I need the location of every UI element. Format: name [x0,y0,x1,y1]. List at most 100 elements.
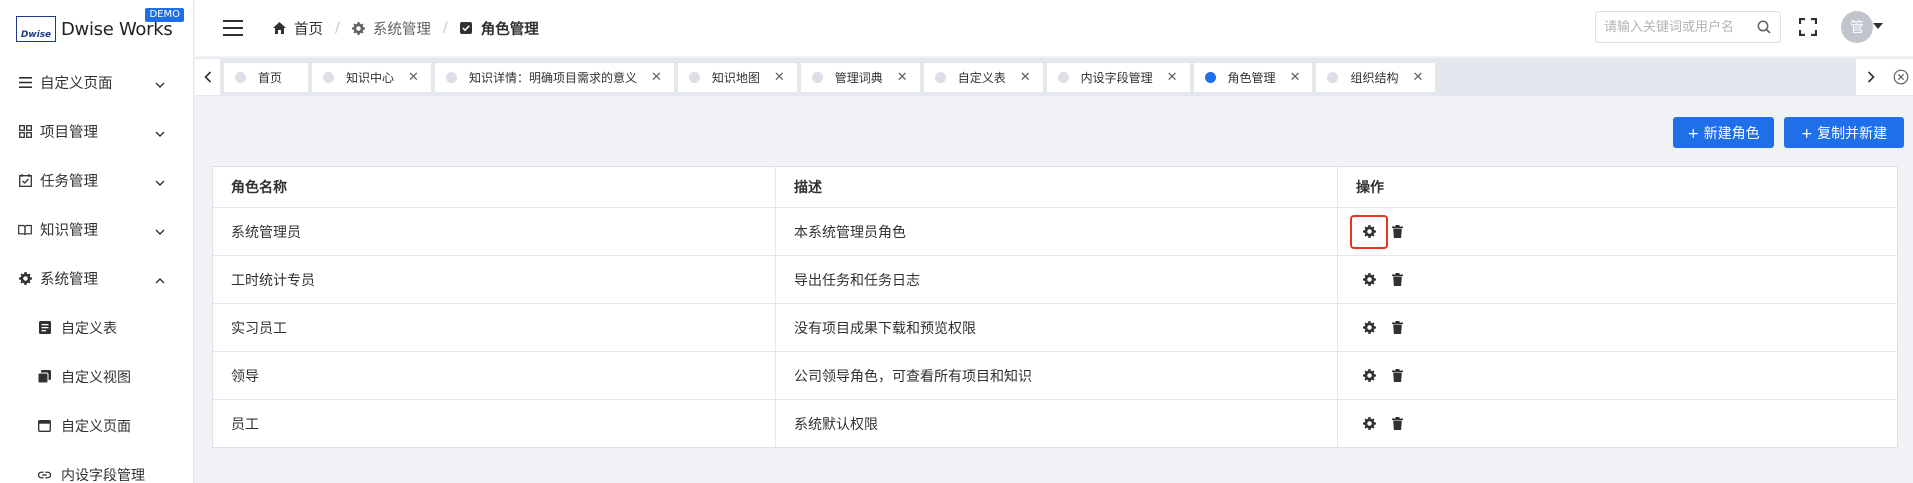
tab-close-icon[interactable]: ✕ [651,71,662,84]
tab-item[interactable]: 内设字段管理 ✕ [1046,62,1190,92]
tabs-scroll-left-button[interactable] [195,59,221,95]
checkbox-icon [459,21,473,35]
actions-cell [1337,352,1897,399]
role-settings-button[interactable] [1350,407,1388,441]
tabs-track: 首页 知识中心 ✕ 知识详情：明确项目需求的意义 ✕ 知识地图 ✕ 管理词典 ✕ 自定义表 ✕ 内设字… [221,59,1855,95]
sidebar-subitem-custom-view[interactable]: 自定义视图 [0,352,193,401]
tab-item[interactable]: 知识详情：明确项目需求的意义 ✕ [434,62,674,92]
gear-icon [1362,321,1376,335]
tab-label: 管理词典 [834,70,883,85]
copy-and-new-button[interactable]: + 复制并新建 [1784,117,1904,148]
tab-close-icon[interactable]: ✕ [408,71,419,84]
delete-role-button[interactable] [1388,225,1406,239]
breadcrumb-label: 角色管理 [480,21,539,38]
search-icon[interactable] [1757,20,1771,34]
role-name-cell: 员工 [231,416,259,433]
tab-close-icon[interactable]: ✕ [774,71,785,84]
tab-label: 知识地图 [711,70,760,85]
gear-icon [1362,225,1376,239]
search-input[interactable] [1604,19,1754,35]
breadcrumb-system[interactable]: 系统管理 [351,18,431,39]
sidebar-item-label: 自定义页面 [40,76,113,92]
breadcrumb-label: 首页 [294,21,323,38]
sidebar-subitem-builtin-fields[interactable]: 内设字段管理 [0,450,193,483]
hamburger-menu-icon[interactable] [223,20,243,36]
tab-item[interactable]: 知识中心 ✕ [312,62,431,92]
tab-close-icon[interactable]: ✕ [1290,71,1301,84]
app-logo[interactable]: Dwise Dwise Works DEMO [0,0,193,58]
sidebar-item-custom-pages[interactable]: 自定义页面 [0,58,193,107]
tab-label: 知识详情：明确项目需求的意义 [468,70,637,85]
breadcrumb-home[interactable]: 首页 [273,18,323,39]
delete-role-button[interactable] [1388,273,1406,287]
role-settings-button[interactable] [1350,359,1388,393]
sidebar-item-label: 系统管理 [40,272,98,288]
tab-close-icon[interactable]: ✕ [1167,71,1178,84]
close-all-tabs-icon[interactable] [1893,69,1909,85]
delete-role-button[interactable] [1388,417,1406,431]
tab-close-icon[interactable]: ✕ [1412,71,1423,84]
tab-item[interactable]: 组织结构 ✕ [1316,62,1436,92]
gear-icon [1362,417,1376,431]
tab-status-dot [1327,71,1339,83]
tab-item[interactable]: 角色管理 ✕ [1193,62,1313,92]
tab-status-dot [1057,71,1069,83]
chevron-right-icon [1867,71,1875,83]
tab-label: 内设字段管理 [1080,70,1153,85]
tab-item[interactable]: 首页 [224,62,309,92]
sidebar-subitem-label: 内设字段管理 [61,467,145,483]
tabs-scroll-right-button[interactable] [1855,59,1885,95]
role-settings-button[interactable] [1350,263,1388,297]
trash-icon [1390,225,1404,239]
role-description-cell: 没有项目成果下载和预览权限 [775,304,1337,351]
sidebar-subitem-custom-page[interactable]: 自定义页面 [0,401,193,450]
tab-label: 知识中心 [346,70,395,85]
tab-label: 自定义表 [957,70,1006,85]
sidebar-subitem-custom-table[interactable]: 自定义表 [0,303,193,352]
sidebar-item-tasks[interactable]: 任务管理 [0,156,193,205]
tab-status-dot [688,71,700,83]
sidebar: Dwise Dwise Works DEMO 自定义页面 项目管理 任务管理 知… [0,0,194,483]
window-icon [38,419,51,432]
gear-icon [1362,369,1376,383]
tab-status-dot [811,71,823,83]
gear-icon [1362,273,1376,287]
chevron-left-icon [203,71,211,83]
sidebar-subitem-label: 自定义表 [61,320,117,337]
breadcrumb: 首页 / 系统管理 / 角色管理 [273,18,539,39]
copy-icon [38,370,51,383]
top-header: 首页 / 系统管理 / 角色管理 管 [195,0,1913,56]
tab-item[interactable]: 管理词典 ✕ [800,62,920,92]
fullscreen-icon[interactable] [1798,17,1818,37]
sidebar-item-knowledge[interactable]: 知识管理 [0,205,193,254]
role-name-cell: 工时统计专员 [231,272,315,289]
tab-close-icon[interactable]: ✕ [897,71,908,84]
tab-status-dot [1204,71,1216,83]
sidebar-item-projects[interactable]: 项目管理 [0,107,193,156]
sidebar-item-label: 任务管理 [40,174,98,190]
sidebar-item-system[interactable]: 系统管理 [0,254,193,303]
role-settings-button[interactable] [1350,311,1388,345]
chevron-down-icon [155,176,165,186]
tab-close-icon[interactable]: ✕ [1020,71,1031,84]
role-description-cell: 系统默认权限 [775,400,1337,447]
sidebar-subitem-label: 自定义视图 [61,369,131,386]
sidebar-item-label: 项目管理 [40,125,98,141]
tab-status-dot [323,71,335,83]
column-header-role-name: 角色名称 [231,180,287,196]
user-avatar[interactable]: 管 [1841,11,1873,43]
table-row: 实习员工 没有项目成果下载和预览权限 [213,303,1897,351]
delete-role-button[interactable] [1388,369,1406,383]
search-box [1595,11,1781,43]
tab-label: 首页 [258,70,283,85]
demo-badge: DEMO [145,8,184,22]
caret-down-icon[interactable] [1873,23,1883,29]
new-role-button[interactable]: + 新建角色 [1673,117,1774,148]
chevron-down-icon [155,225,165,235]
role-settings-button[interactable] [1350,214,1388,249]
tab-item[interactable]: 知识地图 ✕ [677,62,797,92]
actions-cell [1337,208,1897,255]
delete-role-button[interactable] [1388,321,1406,335]
tab-item[interactable]: 自定义表 ✕ [923,62,1043,92]
tab-status-dot [934,71,946,83]
